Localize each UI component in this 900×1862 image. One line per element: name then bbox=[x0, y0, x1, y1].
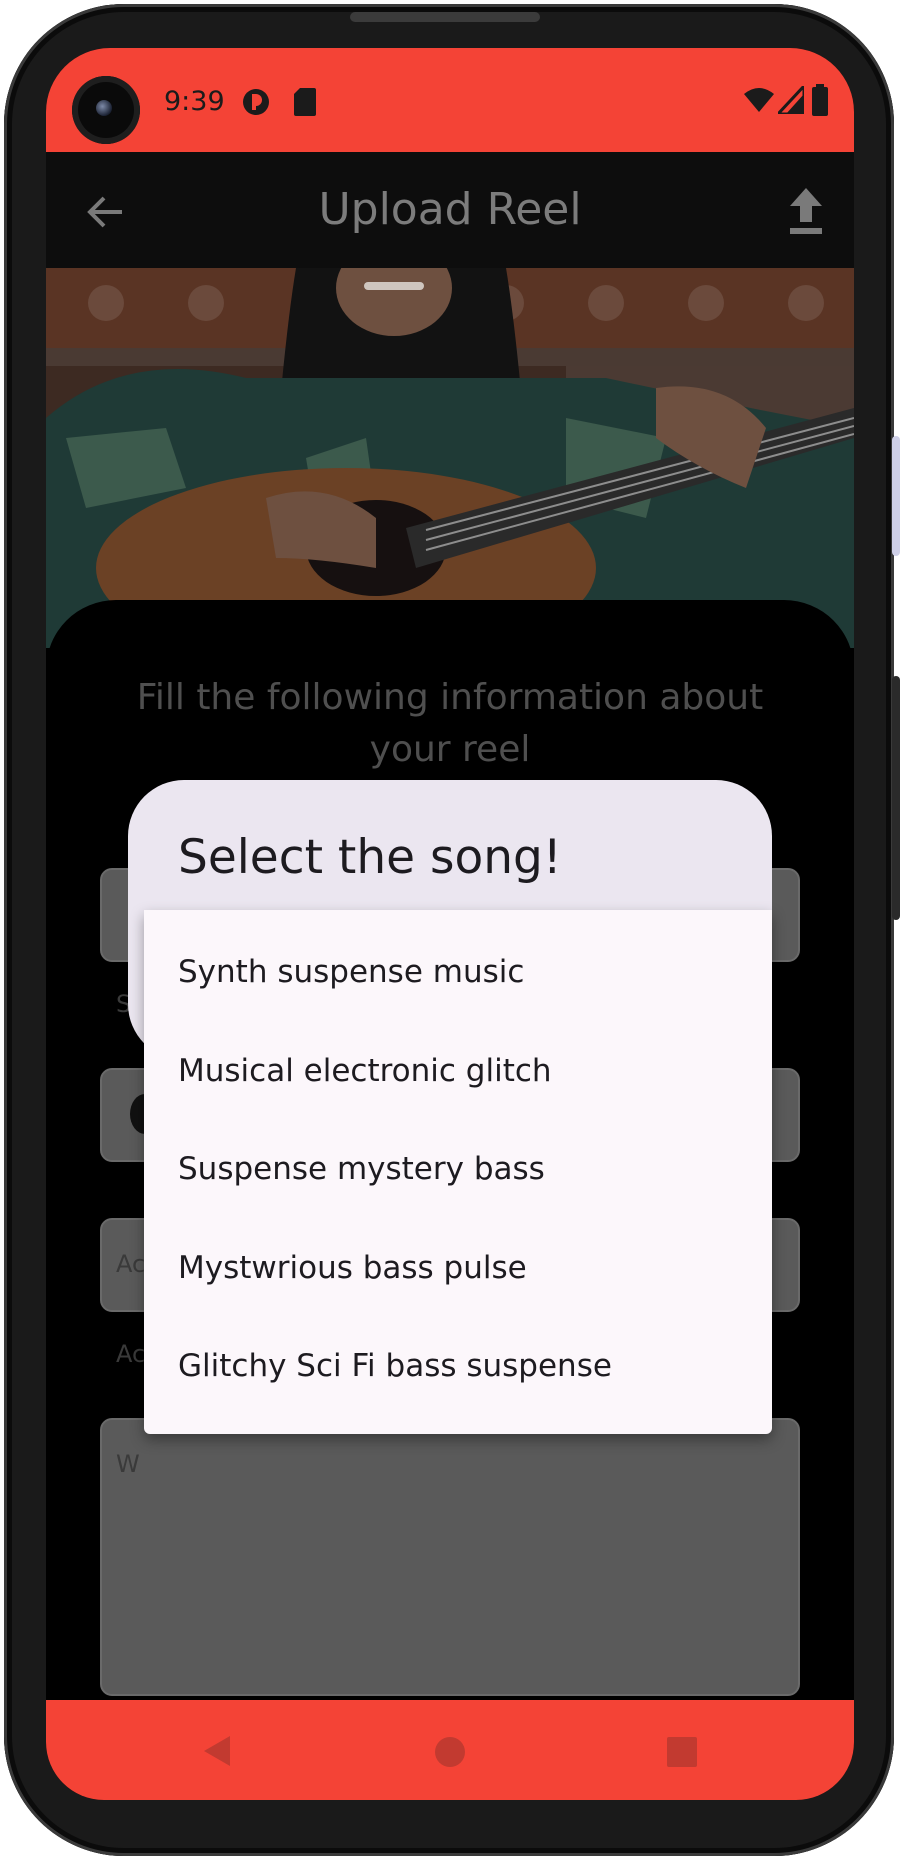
power-button bbox=[892, 676, 900, 920]
reel-cover-image bbox=[46, 268, 854, 648]
navigation-bar bbox=[46, 1700, 854, 1800]
song-option[interactable]: Synth suspense music bbox=[178, 954, 524, 990]
song-option[interactable]: Glitchy Sci Fi bass suspense bbox=[178, 1348, 612, 1384]
sd-card-icon bbox=[294, 88, 316, 116]
actors-field-label: Ac bbox=[116, 1340, 146, 1368]
page-title: Upload Reel bbox=[318, 184, 582, 235]
description-field[interactable]: W bbox=[100, 1418, 800, 1696]
earpiece-speaker bbox=[350, 12, 540, 22]
upload-icon[interactable] bbox=[788, 186, 824, 236]
app-bar: Upload Reel bbox=[46, 152, 854, 268]
app-notification-icon bbox=[243, 89, 269, 115]
song-option[interactable]: Suspense mystery bass bbox=[178, 1151, 545, 1187]
front-camera bbox=[72, 76, 140, 144]
description-field-placeholder: W bbox=[116, 1450, 140, 1478]
dialog-title: Select the song! bbox=[178, 830, 562, 885]
status-bar: 9:39 bbox=[46, 48, 854, 152]
recents-nav-icon[interactable] bbox=[666, 1736, 698, 1768]
cell-signal-icon bbox=[778, 86, 804, 114]
actors-field-placeholder: Ac bbox=[116, 1250, 146, 1278]
home-nav-icon[interactable] bbox=[434, 1736, 466, 1768]
song-option[interactable]: Musical electronic glitch bbox=[178, 1053, 552, 1089]
status-time: 9:39 bbox=[164, 86, 225, 117]
back-nav-icon[interactable] bbox=[202, 1734, 232, 1768]
volume-button bbox=[892, 436, 900, 556]
form-prompt: Fill the following information about you… bbox=[136, 677, 764, 770]
song-option[interactable]: Mystwrious bass pulse bbox=[178, 1250, 527, 1286]
battery-icon bbox=[812, 84, 828, 116]
arrow-back-icon[interactable] bbox=[86, 192, 126, 232]
wifi-icon bbox=[744, 88, 774, 112]
song-list: Synth suspense music Musical electronic … bbox=[144, 910, 772, 1434]
phone-screen: 9:39 Upload Reel Fill the following info… bbox=[46, 48, 854, 1800]
